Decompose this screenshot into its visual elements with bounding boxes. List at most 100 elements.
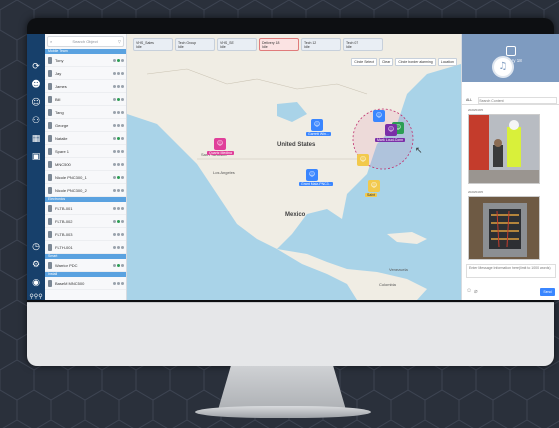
settings-icon[interactable]: ⚙	[29, 258, 43, 272]
object-row[interactable]: FLTB-002	[45, 215, 126, 228]
profile-icon[interactable]: ◉	[29, 276, 43, 290]
object-name: Jay	[55, 70, 62, 76]
status-icons	[113, 175, 126, 179]
radio-device-icon	[48, 134, 52, 142]
object-row[interactable]: Natalie	[45, 132, 126, 145]
attachment-icon[interactable]: ⌀	[474, 288, 478, 295]
radio-device-icon	[48, 230, 52, 238]
status-icons	[113, 245, 126, 249]
map-land	[127, 34, 461, 300]
tab-all[interactable]: ALL	[462, 96, 476, 104]
tab-status: Idle	[136, 44, 142, 49]
object-name: Tony	[55, 57, 64, 63]
object-row[interactable]: MNC500	[45, 158, 126, 171]
tab-channel[interactable]: Delivery 18 Idle	[259, 38, 299, 51]
status-icons	[113, 149, 126, 153]
object-row[interactable]: James	[45, 80, 126, 93]
message-input[interactable]	[466, 264, 556, 278]
object-name: James	[55, 83, 67, 89]
tab-channel[interactable]: VHS_Sales Idle	[133, 38, 173, 51]
object-row[interactable]: FLTB-001	[45, 202, 126, 215]
clock-icon[interactable]: ◷	[29, 240, 43, 254]
tab-status: Idle	[262, 44, 268, 49]
circle-select-button[interactable]: Circle Select	[351, 58, 377, 66]
filter-icon[interactable]: ▽	[118, 39, 121, 44]
object-name: FLTB-003	[55, 231, 73, 237]
label-united-states: United States	[277, 142, 316, 148]
user-marker[interactable]: ☺	[368, 180, 380, 192]
object-row[interactable]: Jay	[45, 67, 126, 80]
object-row[interactable]: Bill	[45, 93, 126, 106]
group-icon[interactable]: ☻	[29, 78, 43, 92]
object-row[interactable]: FLTB-003	[45, 228, 126, 241]
radio-device-icon	[48, 243, 52, 251]
status-icons	[113, 162, 126, 166]
chat-photo[interactable]	[468, 114, 540, 184]
clear-button[interactable]: Clear	[378, 58, 394, 66]
dispatch-app: ⟳ ☻ ☺ ⚇ ▦ ▣ ◷ ⚙ ◉ ⚲⚲⚲ ⌕ Search Object ▽ …	[27, 34, 559, 300]
object-row[interactable]: BaseM MNC500	[45, 277, 126, 290]
user-marker[interactable]: ☺	[306, 169, 318, 181]
object-name: FLTH-001	[55, 244, 73, 250]
user-marker[interactable]: ☺	[385, 124, 397, 136]
circle-border-alarm-button[interactable]: Circle border alarming	[395, 58, 436, 66]
user-marker[interactable]: ☺	[357, 154, 369, 166]
monitor-stand	[218, 366, 346, 410]
user-marker[interactable]: ☺	[214, 138, 226, 150]
tab-channel[interactable]: Tech Group Idle	[175, 38, 215, 51]
status-icons	[113, 281, 126, 285]
radio-device-icon	[48, 261, 52, 269]
object-name: Spare 1	[55, 148, 70, 154]
radio-device-icon	[48, 160, 52, 168]
radio-device-icon	[48, 69, 52, 77]
tab-status: Idle	[220, 44, 226, 49]
object-row[interactable]: FLTH-001	[45, 241, 126, 254]
location-button[interactable]: Location	[437, 58, 457, 66]
tab-channel[interactable]: Tech 07 Idle	[343, 38, 383, 51]
timestamp: 2020/04/05	[468, 108, 484, 112]
object-name: FLTB-001	[55, 205, 73, 211]
status-icons	[113, 110, 126, 114]
object-row[interactable]: Warrior PDC	[45, 259, 126, 272]
user-marker[interactable]: ☺	[311, 119, 323, 131]
search-object-field[interactable]: ⌕ Search Object ▽	[47, 36, 124, 47]
chat-header: Delivery 18 ♫	[462, 34, 559, 82]
search-content-input[interactable]	[478, 97, 557, 104]
object-row[interactable]: Tony	[45, 54, 126, 67]
radio-device-icon	[48, 147, 52, 155]
chat-photo[interactable]	[468, 196, 540, 260]
emoji-icon[interactable]: ☺	[466, 288, 472, 294]
push-to-talk-icon[interactable]: ♫	[492, 56, 514, 78]
object-name: FLTB-002	[55, 218, 73, 224]
tab-channel[interactable]: Tech 12 Idle	[301, 38, 341, 51]
object-name: Natalie	[55, 135, 68, 141]
object-name: Tang	[55, 109, 64, 115]
tab-channel[interactable]: VHS_SE Idle	[217, 38, 257, 51]
status-icons	[113, 136, 126, 140]
radio-device-icon	[48, 204, 52, 212]
send-button[interactable]: Send	[540, 288, 555, 296]
object-row[interactable]: George	[45, 119, 126, 132]
object-name: Bill	[55, 96, 61, 102]
status-icons	[113, 263, 126, 267]
radio-device-icon	[48, 82, 52, 90]
radio-device-icon	[48, 56, 52, 64]
monitor-base	[195, 406, 371, 418]
object-row[interactable]: Spare 1	[45, 145, 126, 158]
label-los-angeles: Los Angeles	[213, 170, 235, 175]
device-icon[interactable]: ▦	[29, 132, 43, 146]
chat-filter-bar: ALL	[462, 96, 559, 105]
marker-label: Saint	[365, 193, 377, 197]
object-row[interactable]: Tang	[45, 106, 126, 119]
screen-icon[interactable]: ▣	[29, 150, 43, 164]
marker-label: Mark Loud-Conn	[375, 138, 406, 142]
user-icon[interactable]: ☺	[29, 96, 43, 110]
user-marker[interactable]: ☺	[373, 110, 385, 122]
object-row[interactable]: Nicole PNC300_1	[45, 171, 126, 184]
status-icons	[113, 58, 126, 62]
chat-panel: Delivery 18 ♫ ALL 2020/04/05 2020/04/05	[461, 34, 559, 300]
refresh-icon[interactable]: ⟳	[29, 60, 43, 74]
map-view[interactable]: VHS_Sales Idle Tech Group Idle VHS_SE Idle Del…	[127, 34, 461, 300]
object-row[interactable]: Nicole PNC300_2	[45, 184, 126, 197]
team-icon[interactable]: ⚇	[29, 114, 43, 128]
